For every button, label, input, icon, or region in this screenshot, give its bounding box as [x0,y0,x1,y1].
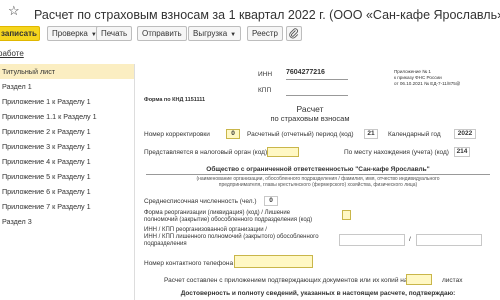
send-button[interactable]: Отправить [137,26,187,41]
chevron-down-icon: ▼ [230,32,237,38]
pages-count-field[interactable] [406,274,432,285]
sidebar-item-appendix-3[interactable]: Приложение 3 к Разделу 1 [0,139,134,154]
title-bar: ☆ Расчет по страховым взносам за 1 кварт… [0,0,500,25]
period-code-field[interactable]: 21 [364,129,378,139]
registry-button[interactable]: Реестр [247,26,283,41]
sidebar-item-section-3[interactable]: Раздел 3 [0,214,134,229]
sidebar-item-appendix-1[interactable]: Приложение 1 к Разделу 1 [0,94,134,109]
kpp-underline [286,95,348,96]
inn-underline [286,79,348,80]
organization-name: Общество с ограниченной ответственностью… [206,166,430,173]
knd-form-code: Форма по КНД 1151111 [144,97,206,103]
confirmation-label: Достоверность и полноту сведений, указан… [180,290,456,297]
upload-button[interactable]: Выгрузка ▼ [188,26,242,41]
reorg-inn-field[interactable] [339,234,405,246]
tax-authority-label: Представляется в налоговый орган (код) [144,149,268,156]
year-label: Календарный год [388,131,441,138]
sidebar-item-appendix-5[interactable]: Приложение 5 к Разделу 1 [0,169,134,184]
rework-link[interactable]: работе [0,49,24,58]
phone-field[interactable] [234,255,313,268]
reorg-inn-label: подразделения [144,241,187,247]
form-heading: Расчет [296,104,324,114]
location-code-field[interactable]: 214 [454,147,470,157]
kpp-field[interactable] [286,85,348,95]
report-form: ИНН 7604277216 Приложение № 1 к приказу … [136,64,500,300]
favorite-star-icon[interactable]: ☆ [8,3,20,19]
period-label: Расчетный (отчетный) период (код) [247,131,354,138]
sidebar-item-title-page[interactable]: Титульный лист [0,64,134,79]
sidebar-item-appendix-2[interactable]: Приложение 2 к Разделу 1 [0,124,134,139]
correction-label: Номер корректировки [144,131,210,138]
order-note: Приложение № 1 к приказу ФНС России от 0… [394,69,460,87]
reorganization-code-field[interactable] [342,210,351,220]
correction-number-field[interactable]: 0 [226,129,240,139]
phone-label: Номер контактного телефона [144,260,234,267]
reorg-kpp-field[interactable] [416,234,482,246]
inn-field[interactable]: 7604277216 [286,69,348,79]
attachment-button[interactable] [286,26,302,41]
location-label: По месту нахождения (учета) (код) [344,149,449,156]
upload-button-label: Выгрузка [193,29,228,38]
window-title: Расчет по страховым взносам за 1 квартал… [34,8,500,22]
calendar-year-field[interactable]: 2022 [454,129,476,139]
save-button[interactable]: записать [0,26,40,41]
headcount-label: Среднесписочная численность (чел.) [144,198,257,205]
pages-prefix: Расчет составлен с приложением подтвержд… [164,277,408,284]
reorganization-label: Форма реорганизации (ликвидация) (код) /… [144,210,291,216]
tax-authority-field[interactable] [267,147,299,157]
reorganization-label: полномочий (закрытие) обособленного подр… [144,217,313,223]
check-button[interactable]: Проверка ▼ [47,26,102,41]
pages-suffix: листах [442,277,463,284]
sidebar-item-section-1[interactable]: Раздел 1 [0,79,134,94]
sidebar-item-appendix-1-1[interactable]: Приложение 1.1 к Разделу 1 [0,109,134,124]
print-button[interactable]: Печать [96,26,133,41]
reorg-inn-label: ИНН / КПП реорганизованной организации / [144,227,267,233]
inn-label: ИНН [258,71,273,78]
organization-caption: предпринимателя, главы крестьянского (фе… [218,182,418,188]
section-sidebar: Титульный лист Раздел 1 Приложение 1 к Р… [0,64,135,300]
headcount-field[interactable]: 0 [264,196,278,206]
paperclip-icon [289,28,299,39]
slash-separator: / [409,236,411,243]
toolbar: записать Проверка ▼ Печать Отправить Выгр… [0,26,500,44]
organization-underline [146,174,490,175]
form-subheading: по страховым взносам [270,114,350,123]
sidebar-item-appendix-7[interactable]: Приложение 7 к Разделу 1 [0,199,134,214]
reorg-inn-label: ИНН / КПП лишенного полномочий (закрытог… [144,234,319,240]
sidebar-item-appendix-6[interactable]: Приложение 6 к Разделу 1 [0,184,134,199]
sidebar-item-appendix-4[interactable]: Приложение 4 к Разделу 1 [0,154,134,169]
kpp-label: КПП [258,87,272,94]
order-note-line: от 06.10.2021 № ЕД-7-11/875@ [394,81,461,86]
check-button-label: Проверка [52,29,88,38]
